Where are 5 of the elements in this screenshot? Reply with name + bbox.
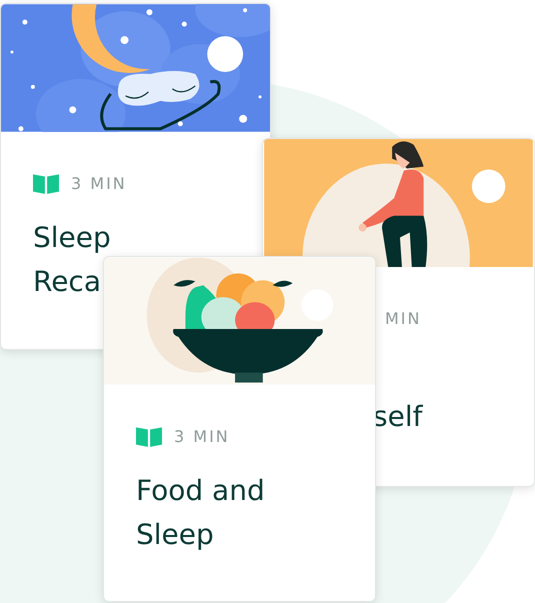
read-time: MIN (385, 308, 422, 328)
card-title: self (373, 399, 422, 435)
read-time: 3 MIN (71, 174, 127, 192)
article-card[interactable]: 3 MIN Food and Sleep (103, 256, 376, 602)
read-time: 3 MIN (174, 426, 230, 446)
